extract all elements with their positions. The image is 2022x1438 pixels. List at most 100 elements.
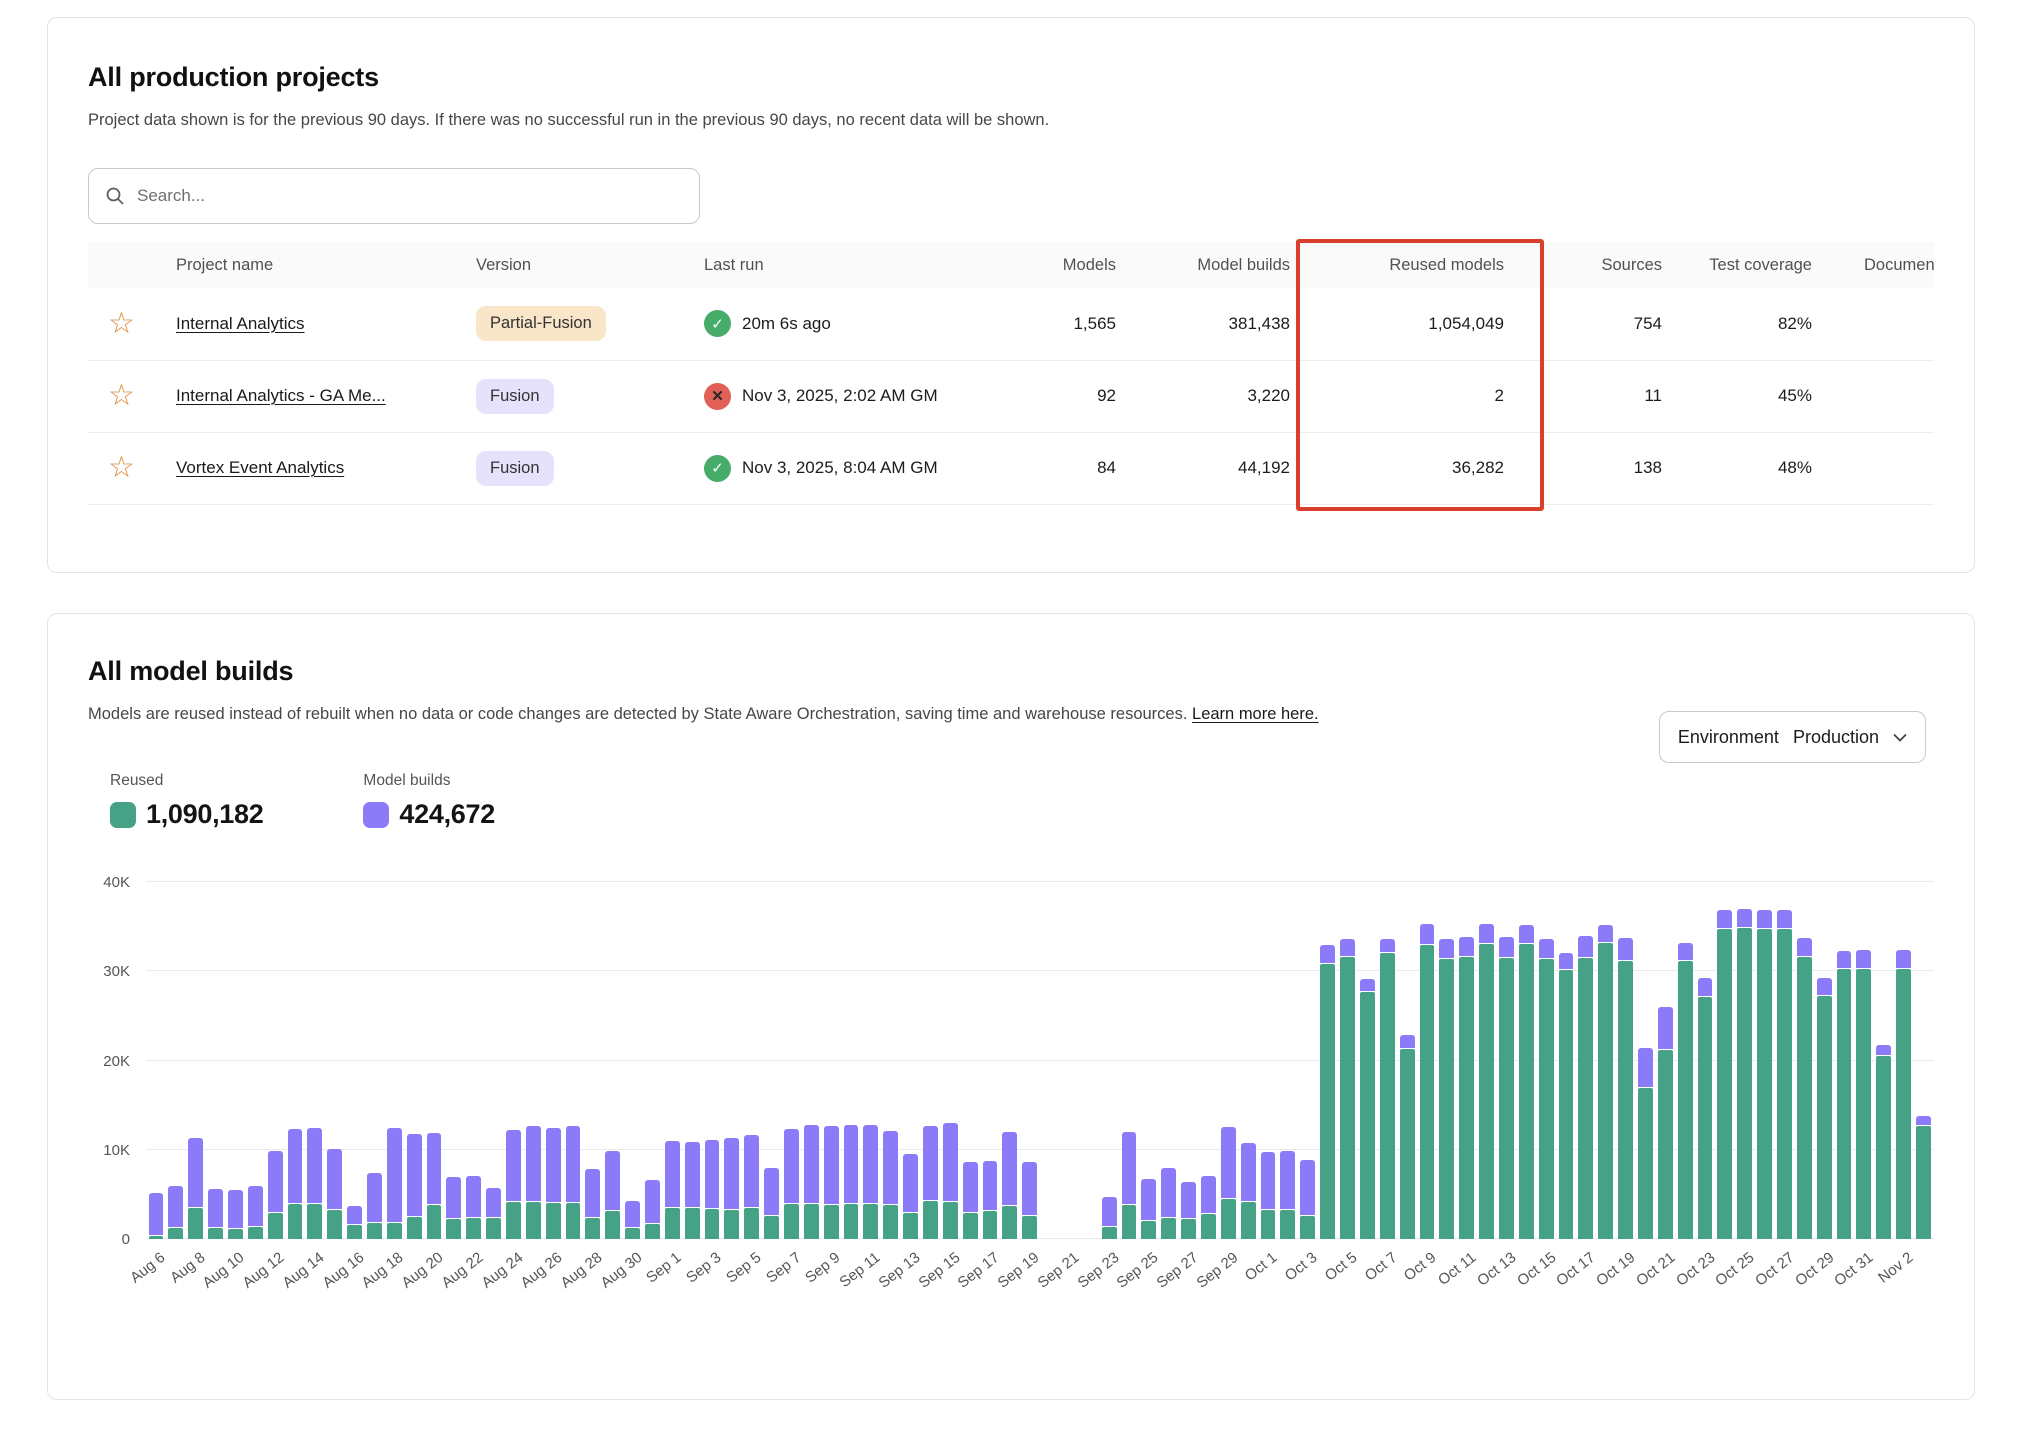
bar-aug-9[interactable] (206, 882, 226, 1239)
bar-oct-1[interactable] (1258, 882, 1278, 1239)
bar-oct-24[interactable] (1715, 882, 1735, 1239)
bar-nov-2[interactable] (1894, 882, 1914, 1239)
bar-sep-5[interactable] (742, 882, 762, 1239)
bar-sep-4[interactable] (722, 882, 742, 1239)
environment-dropdown[interactable]: Environment Production (1659, 711, 1926, 763)
bar-oct-8[interactable] (1397, 882, 1417, 1239)
bar-aug-19[interactable] (404, 882, 424, 1239)
bar-aug-13[interactable] (285, 882, 305, 1239)
column-header-test-coverage[interactable]: Test coverage (1676, 242, 1856, 288)
bar-sep-29[interactable] (1218, 882, 1238, 1239)
bar-aug-7[interactable] (166, 882, 186, 1239)
bar-sep-8[interactable] (801, 882, 821, 1239)
bar-oct-12[interactable] (1477, 882, 1497, 1239)
bar-aug-10[interactable] (225, 882, 245, 1239)
bar-oct-25[interactable] (1735, 882, 1755, 1239)
bar-oct-18[interactable] (1596, 882, 1616, 1239)
bar-sep-21[interactable] (1060, 882, 1080, 1239)
bar-oct-10[interactable] (1437, 882, 1457, 1239)
bar-sep-13[interactable] (901, 882, 921, 1239)
bar-oct-16[interactable] (1556, 882, 1576, 1239)
bar-aug-25[interactable] (523, 882, 543, 1239)
bar-oct-11[interactable] (1457, 882, 1477, 1239)
bar-sep-19[interactable] (1020, 882, 1040, 1239)
bar-aug-6[interactable] (146, 882, 166, 1239)
favorite-star-icon[interactable]: ☆ (96, 309, 135, 339)
bar-oct-2[interactable] (1278, 882, 1298, 1239)
column-header-last-run[interactable]: Last run (696, 242, 1022, 288)
bar-sep-11[interactable] (861, 882, 881, 1239)
search-input[interactable] (137, 186, 683, 206)
bar-sep-3[interactable] (702, 882, 722, 1239)
column-header-reused-models[interactable]: Reused models (1298, 242, 1540, 288)
bar-sep-30[interactable] (1238, 882, 1258, 1239)
bar-oct-17[interactable] (1576, 882, 1596, 1239)
bar-aug-18[interactable] (384, 882, 404, 1239)
bar-aug-30[interactable] (623, 882, 643, 1239)
column-header-documentation[interactable]: Documentation (1856, 242, 1934, 288)
column-header-project-name[interactable]: Project name (168, 242, 468, 288)
column-header-sources[interactable]: Sources (1540, 242, 1676, 288)
bar-sep-26[interactable] (1159, 882, 1179, 1239)
bar-sep-12[interactable] (881, 882, 901, 1239)
bar-aug-21[interactable] (444, 882, 464, 1239)
bar-aug-14[interactable] (305, 882, 325, 1239)
bar-sep-25[interactable] (1139, 882, 1159, 1239)
bar-nov-1[interactable] (1874, 882, 1894, 1239)
bar-aug-15[interactable] (325, 882, 345, 1239)
column-header-version[interactable]: Version (468, 242, 696, 288)
bar-aug-11[interactable] (245, 882, 265, 1239)
favorite-star-icon[interactable]: ☆ (96, 453, 135, 483)
bar-oct-20[interactable] (1635, 882, 1655, 1239)
bar-oct-6[interactable] (1357, 882, 1377, 1239)
project-link[interactable]: Vortex Event Analytics (176, 458, 344, 477)
bar-oct-14[interactable] (1516, 882, 1536, 1239)
bar-aug-20[interactable] (424, 882, 444, 1239)
bar-sep-10[interactable] (841, 882, 861, 1239)
bar-oct-13[interactable] (1496, 882, 1516, 1239)
bar-oct-9[interactable] (1417, 882, 1437, 1239)
bar-oct-5[interactable] (1338, 882, 1358, 1239)
bar-sep-1[interactable] (662, 882, 682, 1239)
bar-aug-12[interactable] (265, 882, 285, 1239)
bar-aug-22[interactable] (464, 882, 484, 1239)
favorite-star-icon[interactable]: ☆ (96, 381, 135, 411)
bar-sep-23[interactable] (1099, 882, 1119, 1239)
bar-oct-19[interactable] (1616, 882, 1636, 1239)
bar-sep-6[interactable] (762, 882, 782, 1239)
bar-aug-26[interactable] (543, 882, 563, 1239)
bar-sep-16[interactable] (960, 882, 980, 1239)
bar-aug-23[interactable] (484, 882, 504, 1239)
learn-more-link[interactable]: Learn more here. (1192, 705, 1319, 723)
project-link[interactable]: Internal Analytics (176, 314, 305, 333)
column-header-models[interactable]: Models (1022, 242, 1130, 288)
search-box[interactable] (88, 168, 700, 224)
bar-sep-7[interactable] (782, 882, 802, 1239)
bar-oct-15[interactable] (1536, 882, 1556, 1239)
bar-oct-30[interactable] (1834, 882, 1854, 1239)
bar-sep-9[interactable] (821, 882, 841, 1239)
bar-sep-27[interactable] (1179, 882, 1199, 1239)
bar-sep-22[interactable] (1079, 882, 1099, 1239)
bar-aug-27[interactable] (563, 882, 583, 1239)
bar-aug-24[interactable] (503, 882, 523, 1239)
bar-sep-15[interactable] (940, 882, 960, 1239)
bar-sep-2[interactable] (682, 882, 702, 1239)
bar-oct-23[interactable] (1695, 882, 1715, 1239)
bar-oct-29[interactable] (1814, 882, 1834, 1239)
bar-sep-28[interactable] (1199, 882, 1219, 1239)
bar-oct-26[interactable] (1755, 882, 1775, 1239)
bar-oct-22[interactable] (1675, 882, 1695, 1239)
bar-oct-3[interactable] (1298, 882, 1318, 1239)
bar-sep-14[interactable] (921, 882, 941, 1239)
bar-aug-28[interactable] (583, 882, 603, 1239)
bar-oct-27[interactable] (1774, 882, 1794, 1239)
bar-sep-18[interactable] (1000, 882, 1020, 1239)
bar-aug-16[interactable] (345, 882, 365, 1239)
project-link[interactable]: Internal Analytics - GA Me... (176, 386, 386, 405)
bar-aug-29[interactable] (603, 882, 623, 1239)
bar-oct-4[interactable] (1318, 882, 1338, 1239)
bar-aug-31[interactable] (642, 882, 662, 1239)
bar-sep-20[interactable] (1040, 882, 1060, 1239)
bar-oct-28[interactable] (1794, 882, 1814, 1239)
